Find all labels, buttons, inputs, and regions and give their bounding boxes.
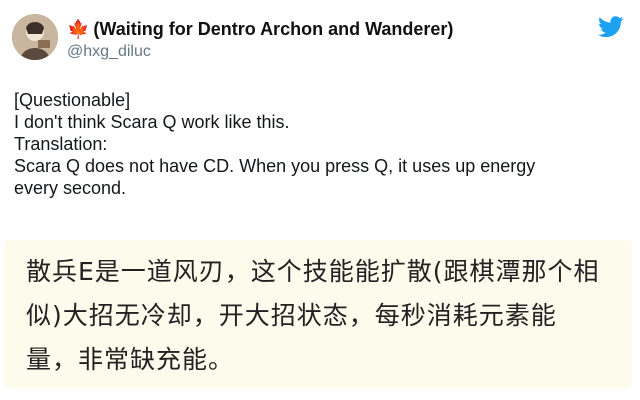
body-line: I don't think Scara Q work like this. xyxy=(14,112,290,132)
twitter-bird-icon[interactable] xyxy=(598,16,624,38)
image-text-line: 量，非常缺充能。 xyxy=(26,345,235,374)
image-text-line: 散兵E是一道风刃，这个技能能扩散(跟棋潭那个相 xyxy=(26,257,600,286)
display-name-text: (Waiting for Dentro Archon and Wanderer) xyxy=(93,19,454,39)
author-handle[interactable]: @hxg_diluc xyxy=(67,42,567,62)
body-line: every second. xyxy=(14,178,127,198)
image-text-line: 似)大招无冷却，开大招状态，每秒消耗元素能 xyxy=(26,301,557,330)
body-line: Translation: xyxy=(14,134,108,154)
body-line: [Questionable] xyxy=(14,90,131,110)
body-line: Scara Q does not have CD. When you press… xyxy=(14,156,536,176)
attached-image[interactable]: 散兵E是一道风刃，这个技能能扩散(跟棋潭那个相 似)大招无冷却，开大招状态，每秒… xyxy=(4,240,632,388)
avatar[interactable] xyxy=(12,14,58,60)
maple-leaf-icon: 🍁 xyxy=(67,19,90,39)
tweet-card: 🍁 (Waiting for Dentro Archon and Wanderer… xyxy=(0,0,640,400)
tweet-header: 🍁 (Waiting for Dentro Archon and Wanderer… xyxy=(12,12,628,68)
tweet-body: [Questionable] I don't think Scara Q wor… xyxy=(14,89,624,199)
author-display-name[interactable]: 🍁 (Waiting for Dentro Archon and Wanderer… xyxy=(67,18,567,40)
attached-image-text: 散兵E是一道风刃，这个技能能扩散(跟棋潭那个相 似)大招无冷却，开大招状态，每秒… xyxy=(26,250,626,382)
author-block: 🍁 (Waiting for Dentro Archon and Wanderer… xyxy=(67,18,567,62)
